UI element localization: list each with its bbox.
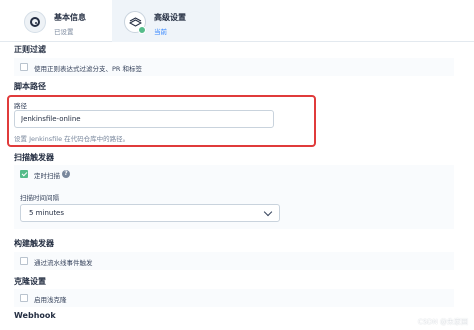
shallow-clone-checkbox[interactable] (20, 294, 28, 302)
question-icon[interactable]: ? (62, 170, 70, 178)
regex-filter-heading: 正则过滤 (14, 45, 46, 54)
regex-filter-checkbox[interactable] (20, 63, 28, 71)
pipeline-event-label: 通过流水线事件触发 (34, 259, 93, 267)
clone-settings-heading: 克隆设置 (14, 277, 46, 286)
scan-interval-label: 扫描时间间隔 (20, 194, 59, 202)
target-icon (24, 11, 46, 33)
path-field-label: 路径 (14, 102, 27, 110)
scheduled-scan-checkbox[interactable] (20, 170, 28, 178)
step-advanced-status: 当前 (154, 28, 167, 36)
active-status-dot (138, 26, 146, 34)
scan-trigger-heading: 扫描触发器 (14, 153, 54, 162)
path-hint: 设置 Jenkinsfile 在代码仓库中的路径。 (14, 135, 130, 143)
script-path-heading: 脚本路径 (14, 82, 46, 91)
step-basic-title: 基本信息 (54, 13, 86, 22)
step-advanced-settings[interactable]: 高级设置 当前 (112, 0, 220, 42)
build-trigger-heading: 构建触发器 (14, 239, 54, 248)
scheduled-scan-label: 定时扫描 (34, 172, 60, 180)
webhook-heading: Webhook (14, 311, 56, 320)
wizard-steps: 基本信息 已设置 高级设置 当前 (0, 0, 474, 42)
step-advanced-title: 高级设置 (154, 13, 186, 22)
step-basic-info[interactable]: 基本信息 已设置 (12, 0, 122, 42)
regex-filter-label: 使用正则表达式过滤分支、PR 和标签 (34, 65, 143, 73)
scan-interval-value: 5 minutes (29, 209, 65, 217)
scan-interval-select[interactable]: 5 minutes (20, 204, 280, 222)
pipeline-event-checkbox[interactable] (20, 257, 28, 265)
step-basic-status: 已设置 (54, 28, 74, 36)
shallow-clone-label: 启用浅克隆 (34, 296, 67, 304)
path-input[interactable] (14, 110, 274, 128)
clone-settings-panel (14, 289, 454, 307)
chevron-down-icon (263, 207, 273, 217)
watermark: CSDN @朱家园 (417, 318, 468, 326)
